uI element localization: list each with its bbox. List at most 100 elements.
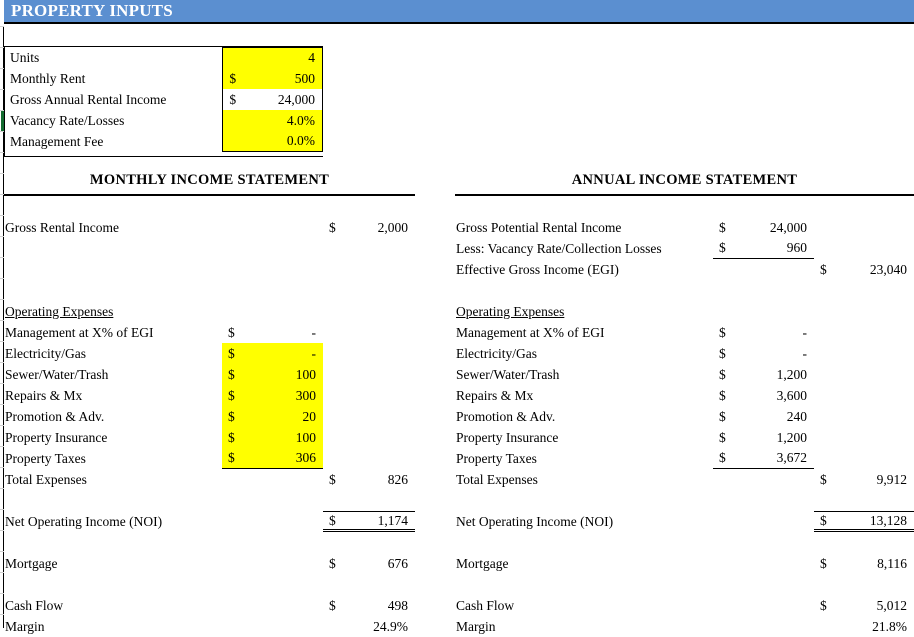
input-label-units: Units: [10, 49, 40, 65]
input-label-management-fee: Management Fee: [10, 133, 104, 149]
row-gross-rental-income: Gross Rental Income $ 2,000: [4, 217, 415, 238]
value-vacancy-collection-losses: $ 960: [713, 238, 814, 259]
currency-symbol: $: [228, 450, 235, 465]
value-expense-electricity-gas[interactable]: $ -: [222, 343, 323, 364]
input-row-units[interactable]: Units 4: [5, 47, 323, 68]
number-expense-sewer-water-trash: 100: [295, 366, 316, 382]
row-expense-management: Management at X% of EGI $ -: [455, 322, 914, 343]
row-expense-electricity-gas[interactable]: Electricity/Gas $ -: [4, 343, 415, 364]
input-number-vacancy-rate-losses: 4.0%: [286, 112, 315, 128]
value-expense-property-insurance[interactable]: $ 100: [222, 427, 323, 448]
currency-symbol: $: [820, 555, 827, 571]
spacer-row: [4, 532, 415, 553]
row-margin: Margin 21.8%: [455, 616, 914, 637]
spacer-row: [4, 259, 415, 280]
row-margin: Margin 24.9%: [4, 616, 415, 637]
input-value-gross-annual-rental-income[interactable]: $ 24,000: [222, 89, 323, 110]
property-inputs-table: Units 4 Monthly Rent $ 500 Gross Annual …: [4, 46, 323, 157]
label-net-operating-income: Net Operating Income (NOI): [456, 513, 614, 529]
input-row-gross-annual-rental-income[interactable]: Gross Annual Rental Income $ 24,000: [5, 89, 323, 110]
row-expense-sewer-water-trash[interactable]: Sewer/Water/Trash $ 100: [4, 364, 415, 385]
input-label-gross-annual-rental-income: Gross Annual Rental Income: [10, 91, 167, 107]
label-expense-management: Management at X% of EGI: [5, 324, 154, 340]
number-net-operating-income: 1,174: [377, 512, 408, 528]
value-expense-sewer-water-trash[interactable]: $ 100: [222, 364, 323, 385]
label-mortgage: Mortgage: [5, 555, 58, 571]
input-value-units[interactable]: 4: [222, 47, 323, 68]
currency-symbol: $: [229, 70, 237, 86]
row-operating-expenses-heading: Operating Expenses: [4, 301, 415, 322]
number-expense-electricity-gas: -: [311, 345, 317, 361]
number-expense-sewer-water-trash: 1,200: [776, 366, 807, 382]
input-value-vacancy-rate-losses[interactable]: 4.0%: [222, 110, 323, 131]
row-net-operating-income: Net Operating Income (NOI) $ 1,174: [4, 511, 415, 532]
spacer-row: [455, 574, 914, 595]
label-margin: Margin: [456, 618, 496, 634]
value-total-expenses: $ 826: [323, 469, 415, 490]
number-expense-electricity-gas: -: [802, 345, 808, 361]
value-cash-flow: $ 498: [323, 595, 415, 616]
row-expense-property-taxes[interactable]: Property Taxes $ 306: [4, 448, 415, 469]
input-number-gross-annual-rental-income: 24,000: [277, 91, 315, 107]
number-expense-promotion-adv: 20: [302, 408, 317, 424]
value-expense-property-taxes[interactable]: $ 306: [222, 448, 323, 469]
currency-symbol: $: [329, 471, 336, 487]
label-expense-electricity-gas: Electricity/Gas: [456, 345, 537, 361]
value-mortgage: $ 8,116: [814, 553, 914, 574]
input-row-management-fee[interactable]: Management Fee 0.0%: [5, 131, 323, 152]
currency-symbol: $: [719, 240, 726, 255]
currency-symbol: $: [329, 555, 336, 571]
label-expense-electricity-gas: Electricity/Gas: [5, 345, 86, 361]
label-expense-management: Management at X% of EGI: [456, 324, 605, 340]
value-net-operating-income: $ 13,128: [814, 511, 914, 532]
row-expense-repairs-mx[interactable]: Repairs & Mx $ 300: [4, 385, 415, 406]
row-cash-flow: Cash Flow $ 5,012: [455, 595, 914, 616]
row-vacancy-collection-losses: Less: Vacancy Rate/Collection Losses $ 9…: [455, 238, 914, 259]
number-margin: 24.9%: [373, 618, 408, 634]
value-expense-promotion-adv[interactable]: $ 20: [222, 406, 323, 427]
row-expense-sewer-water-trash: Sewer/Water/Trash $ 1,200: [455, 364, 914, 385]
row-gridline: [0, 26, 4, 27]
label-expense-promotion-adv: Promotion & Adv.: [456, 408, 556, 424]
row-total-expenses: Total Expenses $ 826: [4, 469, 415, 490]
number-cash-flow: 498: [387, 597, 408, 613]
spacer-row: [455, 280, 914, 301]
currency-symbol: $: [228, 408, 235, 424]
row-expense-promotion-adv[interactable]: Promotion & Adv. $ 20: [4, 406, 415, 427]
row-expense-property-insurance[interactable]: Property Insurance $ 100: [4, 427, 415, 448]
label-expense-property-insurance: Property Insurance: [5, 429, 108, 445]
row-total-expenses: Total Expenses $ 9,912: [455, 469, 914, 490]
number-expense-repairs-mx: 300: [295, 387, 316, 403]
value-net-operating-income: $ 1,174: [323, 511, 415, 532]
property-inputs-header-band: PROPERTY INPUTS: [4, 0, 914, 24]
input-value-monthly-rent[interactable]: $ 500: [222, 68, 323, 89]
number-net-operating-income: 13,128: [869, 512, 907, 528]
label-net-operating-income: Net Operating Income (NOI): [5, 513, 163, 529]
currency-symbol: $: [719, 387, 726, 403]
row-cash-flow: Cash Flow $ 498: [4, 595, 415, 616]
currency-symbol: $: [820, 512, 827, 528]
value-expense-sewer-water-trash: $ 1,200: [713, 364, 814, 385]
number-total-expenses: 826: [387, 471, 408, 487]
input-number-management-fee: 0.0%: [286, 133, 315, 148]
heading-operating-expenses: Operating Expenses: [456, 303, 565, 319]
currency-symbol: $: [228, 429, 235, 445]
value-margin: 21.8%: [814, 616, 914, 637]
annual-statement-title: ANNUAL INCOME STATEMENT: [455, 172, 914, 196]
monthly-income-statement-section: MONTHLY INCOME STATEMENT Gross Rental In…: [4, 172, 415, 637]
number-margin: 21.8%: [872, 618, 907, 634]
row-mortgage: Mortgage $ 676: [4, 553, 415, 574]
number-expense-property-insurance: 100: [295, 429, 316, 445]
number-total-expenses: 9,912: [876, 471, 907, 487]
spacer-row: [4, 196, 415, 217]
input-row-vacancy-rate-losses[interactable]: Vacancy Rate/Losses 4.0%: [5, 110, 323, 131]
currency-symbol: $: [719, 408, 726, 424]
row-gross-potential-rental-income: Gross Potential Rental Income $ 24,000: [455, 217, 914, 238]
row-expense-promotion-adv: Promotion & Adv. $ 240: [455, 406, 914, 427]
value-expense-repairs-mx[interactable]: $ 300: [222, 385, 323, 406]
input-value-management-fee[interactable]: 0.0%: [222, 131, 323, 152]
number-vacancy-collection-losses: 960: [786, 240, 807, 255]
spacer-row: [455, 532, 914, 553]
input-row-monthly-rent[interactable]: Monthly Rent $ 500: [5, 68, 323, 89]
currency-symbol: $: [820, 597, 827, 613]
